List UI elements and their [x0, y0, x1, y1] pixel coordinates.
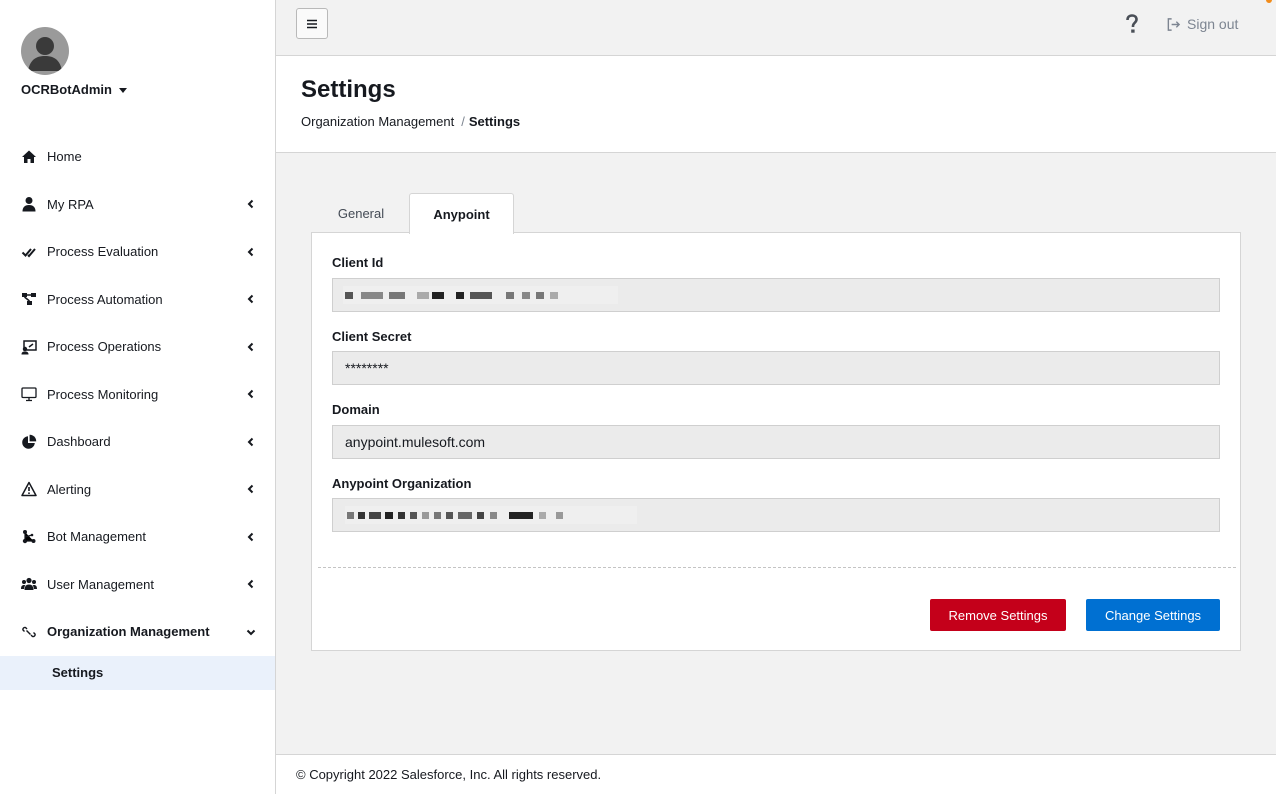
redacted-value: [343, 286, 618, 304]
sidebar-nav: Home My RPA Process Evaluation Process A…: [0, 133, 275, 690]
sidebar-item-label: Alerting: [47, 481, 92, 497]
breadcrumb-parent[interactable]: Organization Management: [301, 114, 454, 129]
user-avatar-icon: [28, 37, 62, 71]
client-secret-label: Client Secret: [332, 329, 412, 344]
help-icon[interactable]: [1124, 14, 1140, 34]
change-settings-button[interactable]: Change Settings: [1086, 599, 1220, 631]
username-label: OCRBotAdmin: [21, 82, 112, 97]
sidebar-subitem-settings[interactable]: Settings: [0, 655, 275, 690]
chevron-left-icon: [246, 294, 256, 304]
sidebar-item-alerting[interactable]: Alerting: [0, 466, 275, 514]
footer: © Copyright 2022 Salesforce, Inc. All ri…: [276, 754, 1276, 794]
tab-anypoint[interactable]: Anypoint: [409, 193, 514, 234]
client-id-label: Client Id: [332, 255, 384, 270]
sidebar-subitem-label: Settings: [52, 665, 104, 680]
breadcrumb-current: Settings: [468, 114, 521, 129]
chevron-left-icon: [246, 532, 256, 542]
warning-icon: [20, 480, 38, 498]
sidebar-item-label: My RPA: [47, 196, 94, 212]
sign-out-icon: [1167, 17, 1181, 31]
sidebar: OCRBotAdmin Home My RPA Process Evaluati…: [0, 0, 276, 794]
chevron-left-icon: [246, 484, 256, 494]
sidebar-item-label: Process Evaluation: [47, 244, 159, 260]
caret-down-icon: [119, 88, 127, 93]
remove-settings-button[interactable]: Remove Settings: [930, 599, 1066, 631]
check-double-icon: [20, 243, 38, 261]
redacted-value: [345, 506, 637, 524]
client-id-field[interactable]: [332, 278, 1220, 312]
monitor-icon: [20, 385, 38, 403]
organization-label: Anypoint Organization: [332, 476, 472, 491]
organization-field[interactable]: [332, 498, 1220, 532]
chevron-left-icon: [246, 579, 256, 589]
flow-icon: [20, 290, 38, 308]
domain-label: Domain: [332, 402, 380, 417]
link-icon: [20, 623, 38, 641]
sidebar-item-process-monitoring[interactable]: Process Monitoring: [0, 371, 275, 419]
user-menu[interactable]: OCRBotAdmin: [21, 82, 127, 97]
sidebar-item-organization-management[interactable]: Organization Management: [0, 608, 275, 656]
client-secret-field[interactable]: ********: [332, 351, 1220, 385]
page-title: Settings: [301, 76, 396, 103]
chevron-left-icon: [246, 437, 256, 447]
domain-field[interactable]: anypoint.mulesoft.com: [332, 425, 1220, 459]
breadcrumb-separator: /: [461, 114, 465, 129]
divider: [318, 567, 1236, 568]
sidebar-item-bot-management[interactable]: Bot Management: [0, 513, 275, 561]
sidebar-item-label: Home: [47, 149, 82, 165]
page-header: Settings Organization Management / Setti…: [276, 56, 1276, 153]
users-icon: [20, 575, 38, 593]
pie-chart-icon: [20, 433, 38, 451]
sidebar-item-process-automation[interactable]: Process Automation: [0, 276, 275, 324]
sidebar-item-dashboard[interactable]: Dashboard: [0, 418, 275, 466]
chevron-left-icon: [246, 199, 256, 209]
chevron-left-icon: [246, 389, 256, 399]
menu-toggle-button[interactable]: [296, 8, 328, 39]
sidebar-item-my-rpa[interactable]: My RPA: [0, 181, 275, 229]
notification-dot: [1266, 0, 1272, 3]
top-bar: Sign out: [276, 0, 1276, 56]
operations-icon: [20, 338, 38, 356]
tab-general[interactable]: General: [312, 193, 410, 233]
sidebar-item-label: Bot Management: [47, 529, 147, 545]
home-icon: [20, 148, 38, 166]
sidebar-item-label: Process Operations: [47, 339, 162, 355]
sign-out-button[interactable]: Sign out: [1166, 16, 1238, 32]
sidebar-item-home[interactable]: Home: [0, 133, 275, 181]
user-icon: [20, 195, 38, 213]
anypoint-settings-panel: Client Id Client Secret ******** Domain …: [311, 232, 1241, 651]
sidebar-item-user-management[interactable]: User Management: [0, 561, 275, 609]
sidebar-item-label: User Management: [47, 576, 154, 592]
chevron-left-icon: [246, 342, 256, 352]
sidebar-item-label: Process Monitoring: [47, 386, 159, 402]
bot-icon: [20, 528, 38, 546]
breadcrumb: Organization Management / Settings: [301, 114, 520, 129]
chevron-down-icon: [246, 627, 256, 637]
sidebar-item-label: Dashboard: [47, 434, 111, 450]
sidebar-item-label: Organization Management: [47, 624, 210, 640]
chevron-left-icon: [246, 247, 256, 257]
sidebar-item-process-operations[interactable]: Process Operations: [0, 323, 275, 371]
hamburger-icon: [307, 19, 317, 28]
sign-out-label: Sign out: [1187, 16, 1239, 32]
avatar[interactable]: [21, 27, 69, 75]
sidebar-item-label: Process Automation: [47, 291, 163, 307]
sidebar-item-process-evaluation[interactable]: Process Evaluation: [0, 228, 275, 276]
copyright-text: © Copyright 2022 Salesforce, Inc. All ri…: [296, 767, 602, 782]
